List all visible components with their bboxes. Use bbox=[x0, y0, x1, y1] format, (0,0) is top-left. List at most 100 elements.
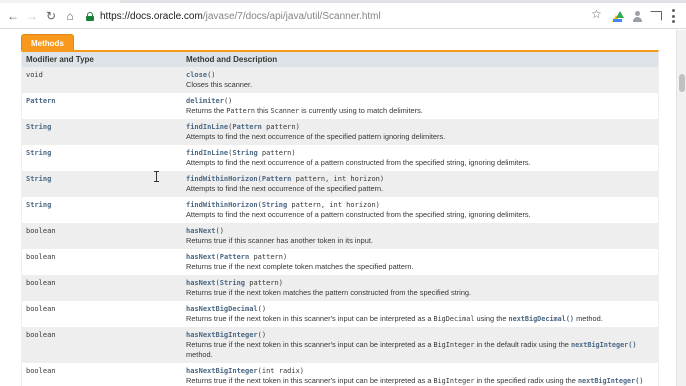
code-link[interactable]: nextBigInteger() bbox=[571, 341, 636, 349]
type-text: boolean bbox=[26, 227, 56, 235]
modifier-cell: boolean bbox=[22, 249, 182, 275]
modifier-cell: boolean bbox=[22, 275, 182, 301]
description-text: Returns true if the next token in this s… bbox=[186, 376, 434, 385]
param-type-link[interactable]: String bbox=[232, 149, 257, 157]
text-cursor-icon bbox=[154, 171, 160, 182]
table-row: String findWithinHorizon(Pattern pattern,… bbox=[22, 171, 658, 197]
modifier-cell: boolean bbox=[22, 223, 182, 249]
scrollbar-thumb[interactable] bbox=[679, 74, 685, 92]
param-text: pattern, int horizon) bbox=[291, 175, 385, 183]
table-header-row: Modifier and Type Method and Description bbox=[22, 52, 658, 67]
method-link[interactable]: findInLine bbox=[186, 123, 228, 131]
cast-icon[interactable] bbox=[650, 11, 662, 21]
scrollbar[interactable] bbox=[676, 30, 686, 386]
url-text[interactable]: https://docs.oracle.com/javase/7/docs/ap… bbox=[100, 11, 381, 22]
method-signature: findInLine(String pattern) bbox=[186, 148, 654, 158]
method-link[interactable]: close bbox=[186, 71, 207, 79]
method-link[interactable]: hasNextBigInteger bbox=[186, 367, 258, 375]
method-signature: hasNextBigInteger(int radix) bbox=[186, 366, 654, 376]
method-signature: findInLine(Pattern pattern) bbox=[186, 122, 654, 132]
forward-icon[interactable]: → bbox=[24, 8, 40, 24]
modifier-cell: boolean bbox=[22, 327, 182, 363]
type-link[interactable]: String bbox=[26, 175, 51, 183]
param-type-link[interactable]: Pattern bbox=[262, 175, 292, 183]
description-text: this bbox=[254, 106, 271, 115]
method-link[interactable]: hasNextBigInteger bbox=[186, 331, 258, 339]
back-icon[interactable]: ← bbox=[5, 8, 21, 24]
inline-code: BigInteger bbox=[433, 341, 475, 349]
method-signature: close() bbox=[186, 70, 654, 80]
lock-icon[interactable] bbox=[86, 12, 94, 21]
inline-code: BigDecimal bbox=[433, 315, 475, 323]
param-type-link[interactable]: Pattern bbox=[220, 253, 250, 261]
param-text: () bbox=[257, 331, 267, 339]
type-link[interactable]: String bbox=[26, 149, 51, 157]
method-link[interactable]: findWithinHorizon bbox=[186, 201, 258, 209]
method-signature: hasNextBigDecimal() bbox=[186, 304, 654, 314]
method-description: Closes this scanner. bbox=[186, 80, 654, 90]
type-text: boolean bbox=[26, 305, 56, 313]
table-row: boolean hasNext(String pattern) Returns tr… bbox=[22, 275, 658, 301]
method-link[interactable]: findInLine bbox=[186, 149, 228, 157]
method-description: Returns the Pattern this Scanner is curr… bbox=[186, 106, 654, 116]
param-type-link[interactable]: String bbox=[262, 201, 287, 209]
method-link[interactable]: findWithinHorizon bbox=[186, 175, 258, 183]
method-cell: findWithinHorizon(Pattern pattern, int h… bbox=[182, 171, 658, 197]
method-link[interactable]: hasNext bbox=[186, 227, 216, 235]
address-bar[interactable]: https://docs.oracle.com/javase/7/docs/ap… bbox=[82, 7, 610, 26]
method-link[interactable]: hasNext bbox=[186, 253, 216, 261]
type-text: boolean bbox=[26, 331, 56, 339]
home-icon[interactable]: ⌂ bbox=[62, 8, 78, 24]
method-signature: findWithinHorizon(Pattern pattern, int h… bbox=[186, 174, 654, 184]
table-row: String findWithinHorizon(String pattern, … bbox=[22, 197, 658, 223]
method-signature: hasNext() bbox=[186, 226, 654, 236]
menu-icon[interactable] bbox=[671, 9, 675, 23]
description-text: Returns the bbox=[186, 106, 227, 115]
param-type-link[interactable]: Pattern bbox=[232, 123, 262, 131]
inline-code: Pattern bbox=[226, 107, 255, 115]
method-description: Attempts to find the next occurrence of … bbox=[186, 132, 654, 142]
type-text: boolean bbox=[26, 253, 56, 261]
description-text: Returns true if the next token in this s… bbox=[186, 314, 434, 323]
type-link[interactable]: String bbox=[26, 201, 51, 209]
modifier-cell: boolean bbox=[22, 301, 182, 327]
method-cell: findInLine(Pattern pattern) Attempts to f… bbox=[182, 119, 658, 145]
reload-icon[interactable]: ↻ bbox=[43, 8, 59, 24]
method-summary-table: Modifier and Type Method and Description… bbox=[21, 50, 659, 386]
table-row: void close() Closes this scanner. bbox=[22, 67, 658, 93]
modifier-cell: boolean bbox=[22, 363, 182, 386]
modifier-cell: String bbox=[22, 145, 182, 171]
table-row: boolean hasNextBigInteger(int radix) Retur… bbox=[22, 363, 658, 386]
table-row: boolean hasNext() Returns true if this sca… bbox=[22, 223, 658, 249]
code-link[interactable]: nextBigInteger() bbox=[578, 377, 643, 385]
method-cell: hasNextBigDecimal() Returns true if the n… bbox=[182, 301, 658, 327]
param-text: (int radix) bbox=[257, 367, 305, 375]
param-text: pattern, int horizon) bbox=[287, 201, 380, 209]
method-link[interactable]: hasNext bbox=[186, 279, 216, 287]
person-icon[interactable] bbox=[632, 11, 643, 22]
description-text: in the default radix using the bbox=[474, 340, 571, 349]
url-host: https://docs.oracle.com bbox=[100, 11, 203, 22]
description-text: Attempts to find the next occurrence of … bbox=[186, 210, 531, 219]
method-link[interactable]: delimiter bbox=[186, 97, 224, 105]
method-cell: findWithinHorizon(String pattern, int ho… bbox=[182, 197, 658, 223]
method-cell: hasNext(Pattern pattern) Returns true if … bbox=[182, 249, 658, 275]
type-link[interactable]: Pattern bbox=[26, 97, 56, 105]
description-text: in the specified radix using the bbox=[474, 376, 578, 385]
method-link[interactable]: hasNextBigDecimal bbox=[186, 305, 258, 313]
method-cell: hasNextBigInteger() Returns true if the n… bbox=[182, 327, 658, 363]
type-link[interactable]: String bbox=[26, 123, 51, 131]
modifier-cell: Pattern bbox=[22, 93, 182, 119]
drive-icon[interactable] bbox=[612, 11, 624, 22]
param-text: pattern) bbox=[249, 253, 288, 261]
table-row: boolean hasNextBigDecimal() Returns true i… bbox=[22, 301, 658, 327]
description-text: Returns true if this scanner has another… bbox=[186, 236, 373, 245]
url-path: /javase/7/docs/api/java/util/Scanner.htm… bbox=[202, 11, 381, 22]
inline-code: BigInteger bbox=[433, 377, 475, 385]
code-link[interactable]: nextBigDecimal() bbox=[509, 315, 574, 323]
type-text: boolean bbox=[26, 367, 56, 375]
param-type-link[interactable]: String bbox=[220, 279, 245, 287]
star-icon[interactable]: ☆ bbox=[591, 7, 602, 21]
param-text: () bbox=[207, 71, 216, 79]
method-signature: hasNext(Pattern pattern) bbox=[186, 252, 654, 262]
